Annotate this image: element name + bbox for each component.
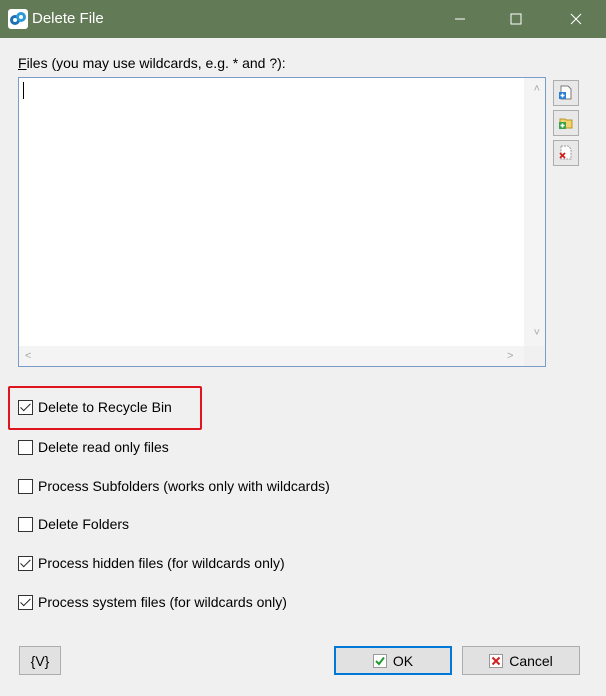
- vertical-scrollbar[interactable]: ˄ ˅: [524, 78, 545, 346]
- checkmark-icon: [372, 653, 387, 668]
- checkbox-checked[interactable]: [18, 594, 33, 610]
- checkbox-unchecked[interactable]: [18, 439, 33, 455]
- option-process-subfolders[interactable]: Process Subfolders (works only with wild…: [18, 476, 330, 496]
- add-folder-icon: [559, 118, 573, 129]
- option-process-system-files[interactable]: Process system files (for wildcards only…: [18, 592, 287, 612]
- option-label: Process Subfolders (works only with wild…: [38, 478, 330, 494]
- text-caret: [23, 82, 24, 99]
- cancel-x-icon: [489, 653, 504, 668]
- option-process-hidden-files[interactable]: Process hidden files (for wildcards only…: [18, 553, 285, 573]
- variables-button-label: {V}: [30, 652, 50, 669]
- title-bar[interactable]: Delete File: [0, 0, 606, 38]
- checkbox-unchecked[interactable]: [18, 478, 33, 494]
- option-label: Delete to Recycle Bin: [38, 399, 172, 415]
- scroll-up-icon[interactable]: ˄: [534, 84, 540, 95]
- checkbox-checked[interactable]: [18, 555, 33, 571]
- remove-file-icon: [559, 145, 572, 160]
- add-file-icon: [559, 85, 572, 100]
- option-delete-folders[interactable]: Delete Folders: [18, 514, 129, 534]
- option-label: Process system files (for wildcards only…: [38, 594, 287, 610]
- option-label: Delete read only files: [38, 439, 169, 455]
- ok-button[interactable]: OK: [334, 646, 452, 675]
- checkbox-checked[interactable]: [18, 399, 33, 415]
- cancel-button-label: Cancel: [509, 652, 553, 669]
- app-logo-icon: [8, 9, 28, 29]
- option-delete-read-only-files[interactable]: Delete read only files: [18, 437, 169, 457]
- files-label: Files (you may use wildcards, e.g. * and…: [18, 55, 286, 71]
- scroll-right-icon[interactable]: >: [507, 351, 513, 362]
- checkbox-unchecked[interactable]: [18, 516, 33, 532]
- cancel-button[interactable]: Cancel: [462, 646, 580, 675]
- maximize-icon: [510, 13, 522, 25]
- variables-button[interactable]: {V}: [19, 646, 61, 675]
- ok-button-label: OK: [392, 652, 414, 669]
- close-icon: [570, 13, 582, 25]
- window-title: Delete File: [32, 10, 104, 27]
- minimize-button[interactable]: [437, 0, 483, 38]
- files-textarea[interactable]: ˄ ˅ < >: [18, 77, 546, 367]
- horizontal-scrollbar[interactable]: < >: [19, 346, 525, 366]
- add-file-button[interactable]: [553, 80, 579, 106]
- remove-file-button[interactable]: [553, 140, 579, 166]
- option-label: Process hidden files (for wildcards only…: [38, 555, 285, 571]
- close-button[interactable]: [553, 0, 599, 38]
- option-label: Delete Folders: [38, 516, 130, 532]
- maximize-button[interactable]: [493, 0, 539, 38]
- minimize-icon: [455, 18, 465, 20]
- option-delete-to-recycle-bin[interactable]: Delete to Recycle Bin: [18, 397, 172, 417]
- scroll-down-icon[interactable]: ˅: [534, 328, 540, 339]
- scroll-left-icon[interactable]: <: [25, 351, 31, 362]
- scrollbar-corner: [524, 346, 545, 366]
- add-folder-button[interactable]: [553, 110, 579, 136]
